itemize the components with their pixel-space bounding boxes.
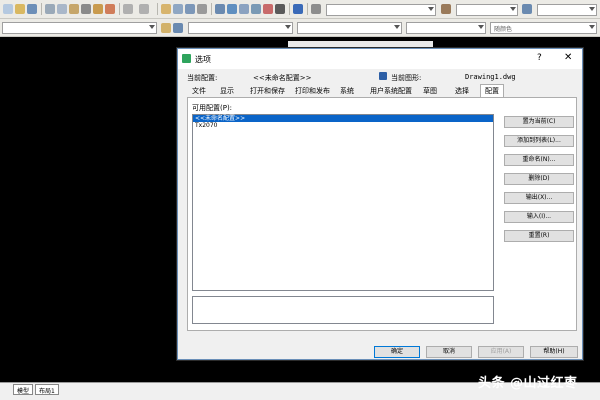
tab-plot-publish[interactable]: 打印和发布 [295, 85, 330, 97]
plot-style-text: 随颜色 [494, 26, 513, 33]
add-to-list-button[interactable]: 添加到列表(L)... [504, 135, 574, 147]
drawing-file-icon [379, 72, 387, 80]
export-button[interactable]: 输出(X)... [504, 192, 574, 204]
zoom-realtime-icon[interactable] [173, 4, 183, 14]
apply-button[interactable]: 应用(A) [478, 346, 524, 358]
sheet-set-icon[interactable] [251, 4, 261, 14]
linetype-select[interactable] [297, 22, 402, 34]
zoom-window-icon[interactable] [185, 4, 195, 14]
help-question-button[interactable]: ? [537, 53, 542, 63]
cut-icon[interactable] [45, 4, 55, 14]
dimension-style-select[interactable] [456, 4, 518, 16]
redo-icon[interactable] [139, 4, 149, 14]
table-style-icon[interactable] [522, 4, 532, 14]
available-profiles-label: 可用配置(P): [192, 104, 233, 112]
tab-selection[interactable]: 选择 [455, 85, 469, 97]
tab-user-preferences[interactable]: 用户系统配置 [370, 85, 412, 97]
list-item[interactable]: <<未命名配置>> [193, 115, 493, 122]
paste-icon[interactable] [69, 4, 79, 14]
current-drawing-label: 当前图形: [391, 74, 422, 82]
layer-select[interactable] [2, 22, 157, 34]
watermark: 头条 @山过红枣 [478, 376, 578, 391]
undo-icon[interactable] [123, 4, 133, 14]
list-item[interactable]: Tx2070 [193, 122, 493, 129]
calculator-icon[interactable] [275, 4, 285, 14]
tab-open-save[interactable]: 打开和保存 [250, 85, 285, 97]
help-icon[interactable] [293, 4, 303, 14]
profiles-panel: 可用配置(P): <<未命名配置>> Tx2070 置为当前(C) 添加到列表(… [187, 97, 577, 331]
tab-layout1[interactable]: 布局1 [35, 384, 59, 395]
tab-files[interactable]: 文件 [192, 85, 206, 97]
new-file-icon[interactable] [3, 4, 13, 14]
current-profile-value: <<未命名配置>> [253, 74, 312, 82]
properties-icon[interactable] [215, 4, 225, 14]
block-editor-icon[interactable] [105, 4, 115, 14]
design-center-icon[interactable] [227, 4, 237, 14]
standard-toolbar [0, 0, 600, 19]
cancel-button[interactable]: 取消 [426, 346, 472, 358]
make-layer-current-icon[interactable] [161, 23, 171, 33]
layer-previous-icon[interactable] [173, 23, 183, 33]
zoom-previous-icon[interactable] [197, 4, 207, 14]
layers-toolbar: 随颜色 [0, 19, 600, 37]
tab-display[interactable]: 显示 [220, 85, 234, 97]
tab-profiles[interactable]: 配置 [480, 84, 504, 97]
table-style-select[interactable] [537, 4, 597, 16]
text-style-icon[interactable] [311, 4, 321, 14]
dialog-title: 选项 [195, 55, 211, 64]
delete-button[interactable]: 删除(D) [504, 173, 574, 185]
tab-model[interactable]: 模型 [13, 384, 34, 395]
options-dialog: 选项 ? ✕ 当前配置: <<未命名配置>> 当前图形: Drawing1.dw… [177, 48, 583, 360]
brush-icon[interactable] [93, 4, 103, 14]
options-tabs: 文件 显示 打开和保存 打印和发布 系统 用户系统配置 草图 选择 配置 [187, 84, 577, 97]
markup-icon[interactable] [263, 4, 273, 14]
current-profile-label: 当前配置: [187, 74, 218, 82]
lineweight-select[interactable] [406, 22, 486, 34]
help-button[interactable]: 帮助(H) [530, 346, 578, 358]
profiles-list[interactable]: <<未命名配置>> Tx2070 [192, 114, 494, 291]
open-file-icon[interactable] [15, 4, 25, 14]
plot-style-select[interactable]: 随颜色 [490, 22, 597, 34]
reset-button[interactable]: 重置(R) [504, 230, 574, 242]
tab-system[interactable]: 系统 [340, 85, 354, 97]
pan-icon[interactable] [161, 4, 171, 14]
tab-drafting[interactable]: 草图 [423, 85, 437, 97]
match-properties-icon[interactable] [81, 4, 91, 14]
dimension-style-icon[interactable] [441, 4, 451, 14]
close-button[interactable]: ✕ [564, 52, 572, 63]
app-icon [182, 54, 191, 63]
profile-description-box [192, 296, 494, 324]
import-button[interactable]: 输入(I)... [504, 211, 574, 223]
save-icon[interactable] [27, 4, 37, 14]
color-select[interactable] [188, 22, 293, 34]
dialog-title-bar[interactable]: 选项 ? ✕ [178, 49, 582, 69]
set-current-button[interactable]: 置为当前(C) [504, 116, 574, 128]
rename-button[interactable]: 重命名(N)... [504, 154, 574, 166]
ok-button[interactable]: 确定 [374, 346, 420, 358]
text-style-select[interactable] [326, 4, 436, 16]
copy-icon[interactable] [57, 4, 67, 14]
tool-palettes-icon[interactable] [239, 4, 249, 14]
current-drawing-value: Drawing1.dwg [465, 73, 516, 81]
